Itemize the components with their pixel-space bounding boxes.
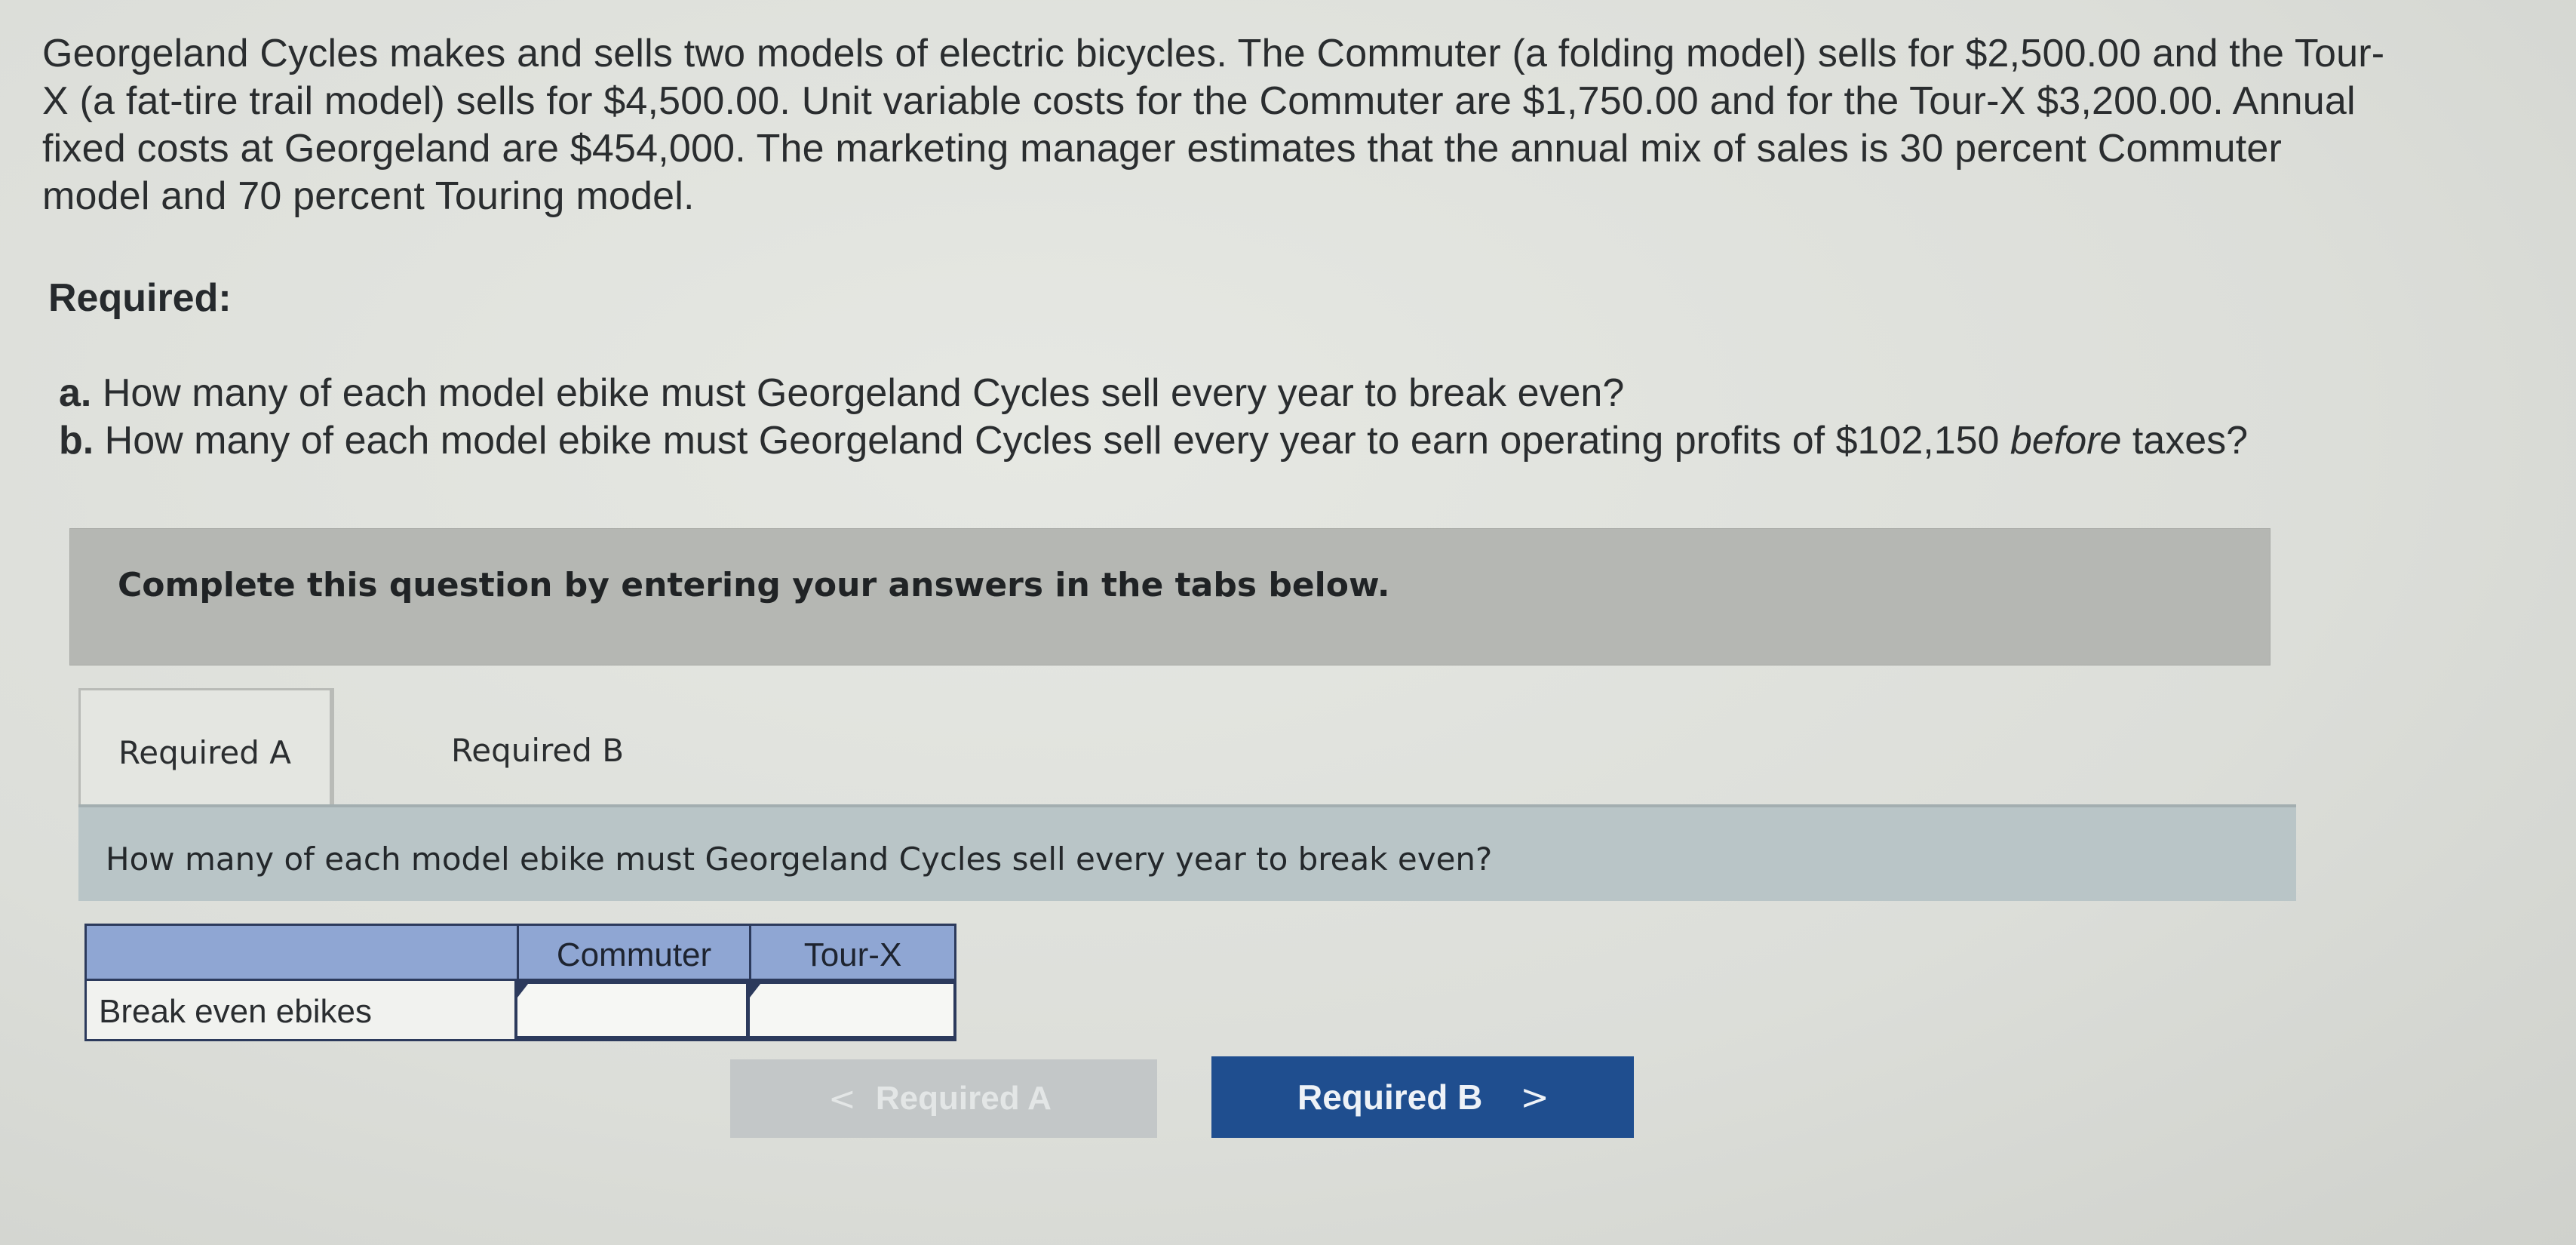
required-heading: Required: <box>48 276 232 320</box>
problem-line: X (a fat-tire trail model) sells for $4,… <box>42 79 2356 123</box>
column-header-tour-x: Tour-X <box>749 926 954 983</box>
question-text: How many of each model ebike must George… <box>106 841 1493 878</box>
required-item-letter: b. <box>59 419 94 463</box>
question-banner: How many of each model ebike must George… <box>78 804 2296 901</box>
row-label-break-even: Break even ebikes <box>99 993 372 1030</box>
chevron-left-icon: < <box>828 1079 856 1118</box>
problem-statement: Georgeland Cycles makes and sells two mo… <box>42 30 2531 220</box>
instruction-banner: Complete this question by entering your … <box>69 528 2271 666</box>
column-header-label: Tour-X <box>803 936 902 973</box>
instruction-text: Complete this question by entering your … <box>118 566 1390 604</box>
column-header-label: Commuter <box>556 936 712 973</box>
tab-label: Required A <box>118 734 292 771</box>
required-item-text: How many of each model ebike must George… <box>102 371 1625 415</box>
commuter-break-even-input[interactable] <box>517 984 746 1036</box>
answer-table: Commuter Tour-X Break even ebikes <box>84 924 956 1041</box>
required-item-letter: a. <box>59 371 92 415</box>
required-item-b: b. How many of each model ebike must Geo… <box>59 417 2548 465</box>
required-list: a. How many of each model ebike must Geo… <box>59 370 2548 465</box>
next-button-label: Required B <box>1297 1077 1483 1117</box>
problem-line: fixed costs at Georgeland are $454,000. … <box>42 127 2282 171</box>
column-header-commuter: Commuter <box>517 926 749 983</box>
cell-flag-icon <box>750 984 760 998</box>
table-row: Break even ebikes <box>84 981 956 1041</box>
tab-required-a[interactable]: Required A <box>78 688 332 809</box>
problem-line: Georgeland Cycles makes and sells two mo… <box>42 32 2385 75</box>
commuter-break-even-cell[interactable] <box>514 981 749 1039</box>
previous-button-label: Required A <box>875 1080 1052 1117</box>
tab-bar: Required A Required B <box>78 688 624 809</box>
table-header-row: Commuter Tour-X <box>84 924 956 983</box>
tour-x-break-even-cell[interactable] <box>747 981 956 1039</box>
tab-required-b[interactable]: Required B <box>333 688 643 809</box>
tour-x-break-even-input[interactable] <box>750 984 953 1036</box>
tab-divider <box>332 688 334 809</box>
chevron-right-icon: > <box>1520 1077 1549 1117</box>
required-item-a: a. How many of each model ebike must Geo… <box>59 370 2548 417</box>
problem-line: model and 70 percent Touring model. <box>42 174 695 218</box>
previous-required-a-button[interactable]: < Required A <box>730 1059 1157 1138</box>
required-item-text: How many of each model ebike must George… <box>104 419 2000 463</box>
required-item-emphasis: before <box>2010 419 2122 463</box>
required-item-text: taxes? <box>2132 419 2249 463</box>
cell-flag-icon <box>517 984 528 998</box>
next-required-b-button[interactable]: Required B > <box>1211 1056 1634 1138</box>
tab-label: Required B <box>451 732 625 769</box>
